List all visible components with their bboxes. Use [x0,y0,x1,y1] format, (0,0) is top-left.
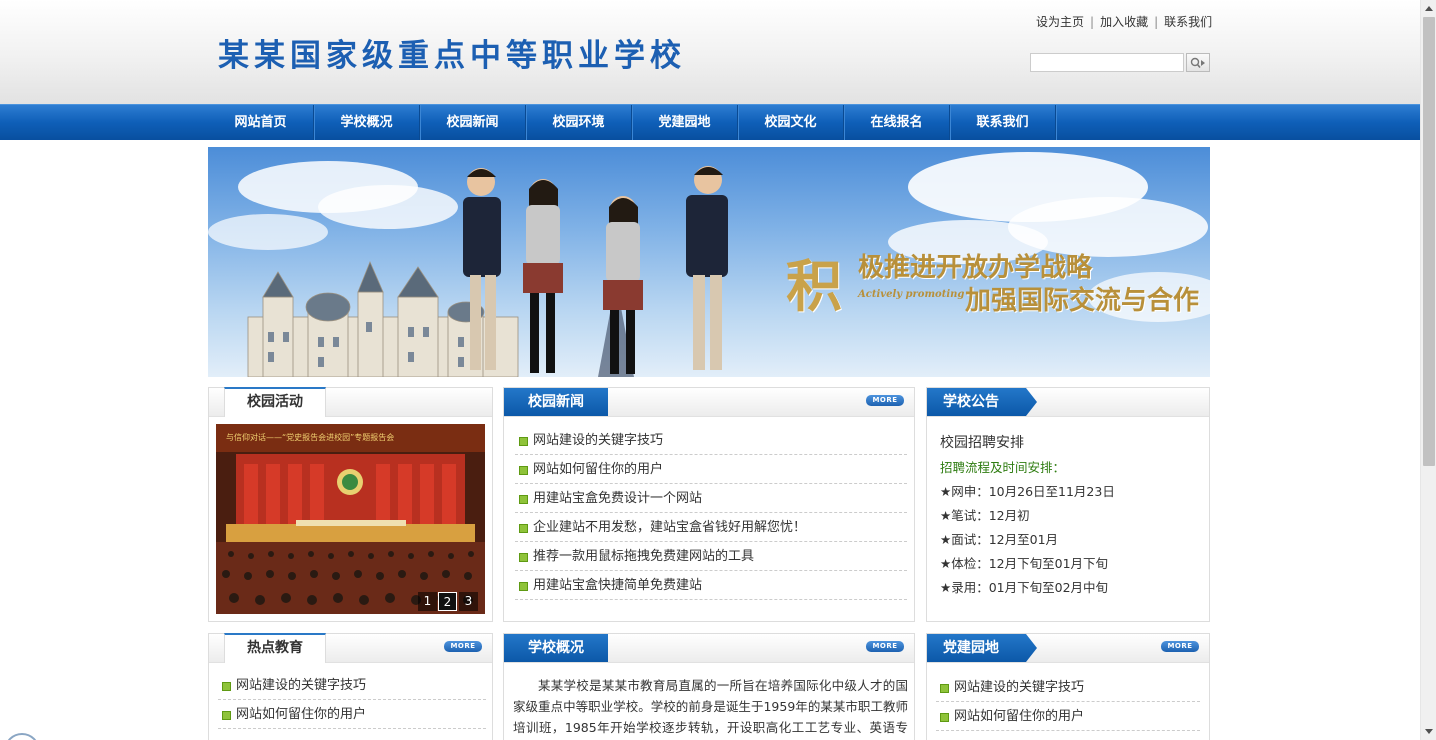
school-overview-text: 某某学校是某某市教育局直属的一所旨在培养国际化中级人才的国家级重点中等职业学校。… [513,678,908,735]
campus-activity-box: 校园活动 与信仰对话——“党史报告会进校园”专题报告会 1 2 3 [208,387,493,622]
banner-big-char: 积 [786,254,842,320]
search-input[interactable] [1030,53,1184,72]
school-overview-more-button[interactable]: MORE [866,641,904,652]
banner-slogan-en: Actively promoting [858,289,965,300]
school-overview-title: 学校概况 [504,634,608,662]
notice-heading[interactable]: 校园招聘安排 [940,432,1024,452]
hot-education-list: 网站建设的关键字技巧 网站如何留住你的用户 [218,671,486,729]
search-button[interactable] [1186,53,1210,72]
hot-education-more-button[interactable]: MORE [444,641,482,652]
notice-line-physical-exam: ★体检：12月下旬至01月下旬 [940,556,1109,571]
party-building-box: 党建园地 MORE 网站建设的关键字技巧 网站如何留住你的用户 [926,633,1210,740]
school-overview-box: 学校概况 MORE 某某学校是某某市教育局直属的一所旨在培养国际化中级人才的国家… [503,633,915,740]
nav-item-party[interactable]: 党建园地 [632,105,738,140]
list-item[interactable]: 网站建设的关键字技巧 [218,671,486,700]
list-item[interactable]: 网站建设的关键字技巧 [936,673,1200,702]
nav-item-home[interactable]: 网站首页 [208,105,314,140]
auditorium-image [216,424,485,614]
scrollbar-thumb[interactable] [1423,17,1435,466]
separator: | [1154,15,1159,29]
notice-subheading: 招聘流程及时间安排： [940,460,1066,475]
list-item[interactable]: 推荐一款用鼠标拖拽免费建网站的工具 [515,542,907,571]
photo-banner-text: 与信仰对话——“党史报告会进校园”专题报告会 [226,433,395,442]
nav-item-environment[interactable]: 校园环境 [526,105,632,140]
notice-line-hiring: ★录用：01月下旬至02月中旬 [940,580,1109,595]
nav-item-about[interactable]: 学校概况 [314,105,420,140]
campus-activity-title: 校园活动 [224,387,326,417]
notice-line-interview: ★面试：12月至01月 [940,532,1059,547]
school-notice-title: 学校公告 [927,388,1037,416]
party-building-title: 党建园地 [927,634,1037,662]
floating-widget[interactable] [4,733,40,740]
top-links: 设为主页 | 加入收藏 | 联系我们 [1036,13,1212,30]
slide-2-button[interactable]: 2 [438,592,457,611]
banner: 积 极推进开放办学战略 Actively promoting 加强国际交流与合作 [208,147,1210,377]
school-notice-box: 学校公告 校园招聘安排 招聘流程及时间安排： ★网申：10月26日至11月23日… [926,387,1210,622]
arrow-down-icon [1425,729,1433,734]
slide-3-button[interactable]: 3 [459,592,478,611]
nav-item-culture[interactable]: 校园文化 [738,105,844,140]
set-homepage-link[interactable]: 设为主页 [1036,15,1084,29]
scrollbar[interactable] [1420,0,1436,740]
campus-news-title: 校园新闻 [504,388,608,416]
banner-slogan-line1: 极推进开放办学战略 [858,253,1093,283]
notice-line-apply: ★网申：10月26日至11月23日 [940,484,1115,499]
list-item[interactable]: 企业建站不用发愁，建站宝盒省钱好用解您忧！ [515,513,907,542]
main-nav: 网站首页 学校概况 校园新闻 校园环境 党建园地 校园文化 在线报名 联系我们 [0,104,1420,140]
banner-slogan-line2: 加强国际交流与合作 [965,286,1200,316]
nav-item-news[interactable]: 校园新闻 [420,105,526,140]
separator: | [1090,15,1095,29]
activity-photo[interactable]: 与信仰对话——“党史报告会进校园”专题报告会 1 2 3 [216,424,485,614]
search-icon [1190,57,1205,68]
list-item[interactable]: 用建站宝盒免费设计一个网站 [515,484,907,513]
nav-item-enroll[interactable]: 在线报名 [844,105,950,140]
party-building-more-button[interactable]: MORE [1161,641,1199,652]
list-item[interactable]: 网站如何留住你的用户 [218,700,486,729]
hot-education-box: 热点教育 MORE 网站建设的关键字技巧 网站如何留住你的用户 [208,633,493,740]
list-item[interactable]: 网站如何留住你的用户 [515,455,907,484]
notice-line-written-test: ★笔试：12月初 [940,508,1030,523]
campus-news-more-button[interactable]: MORE [866,395,904,406]
list-item[interactable]: 用建站宝盒快捷简单免费建站 [515,571,907,600]
list-item[interactable]: 网站如何留住你的用户 [936,702,1200,731]
hot-education-title: 热点教育 [224,633,326,663]
campus-news-box: 校园新闻 MORE 网站建设的关键字技巧 网站如何留住你的用户 用建站宝盒免费设… [503,387,915,622]
add-favorite-link[interactable]: 加入收藏 [1100,15,1148,29]
scroll-down-button[interactable] [1421,723,1436,740]
slide-1-button[interactable]: 1 [418,592,437,611]
list-item[interactable]: 网站建设的关键字技巧 [515,426,907,455]
site-title: 某某国家级重点中等职业学校 [218,38,686,74]
scroll-up-button[interactable] [1421,0,1436,17]
campus-news-list: 网站建设的关键字技巧 网站如何留住你的用户 用建站宝盒免费设计一个网站 企业建站… [515,426,907,600]
party-building-list: 网站建设的关键字技巧 网站如何留住你的用户 [936,673,1200,731]
nav-item-contact[interactable]: 联系我们 [950,105,1056,140]
contact-us-link[interactable]: 联系我们 [1164,15,1212,29]
arrow-up-icon [1425,6,1433,11]
